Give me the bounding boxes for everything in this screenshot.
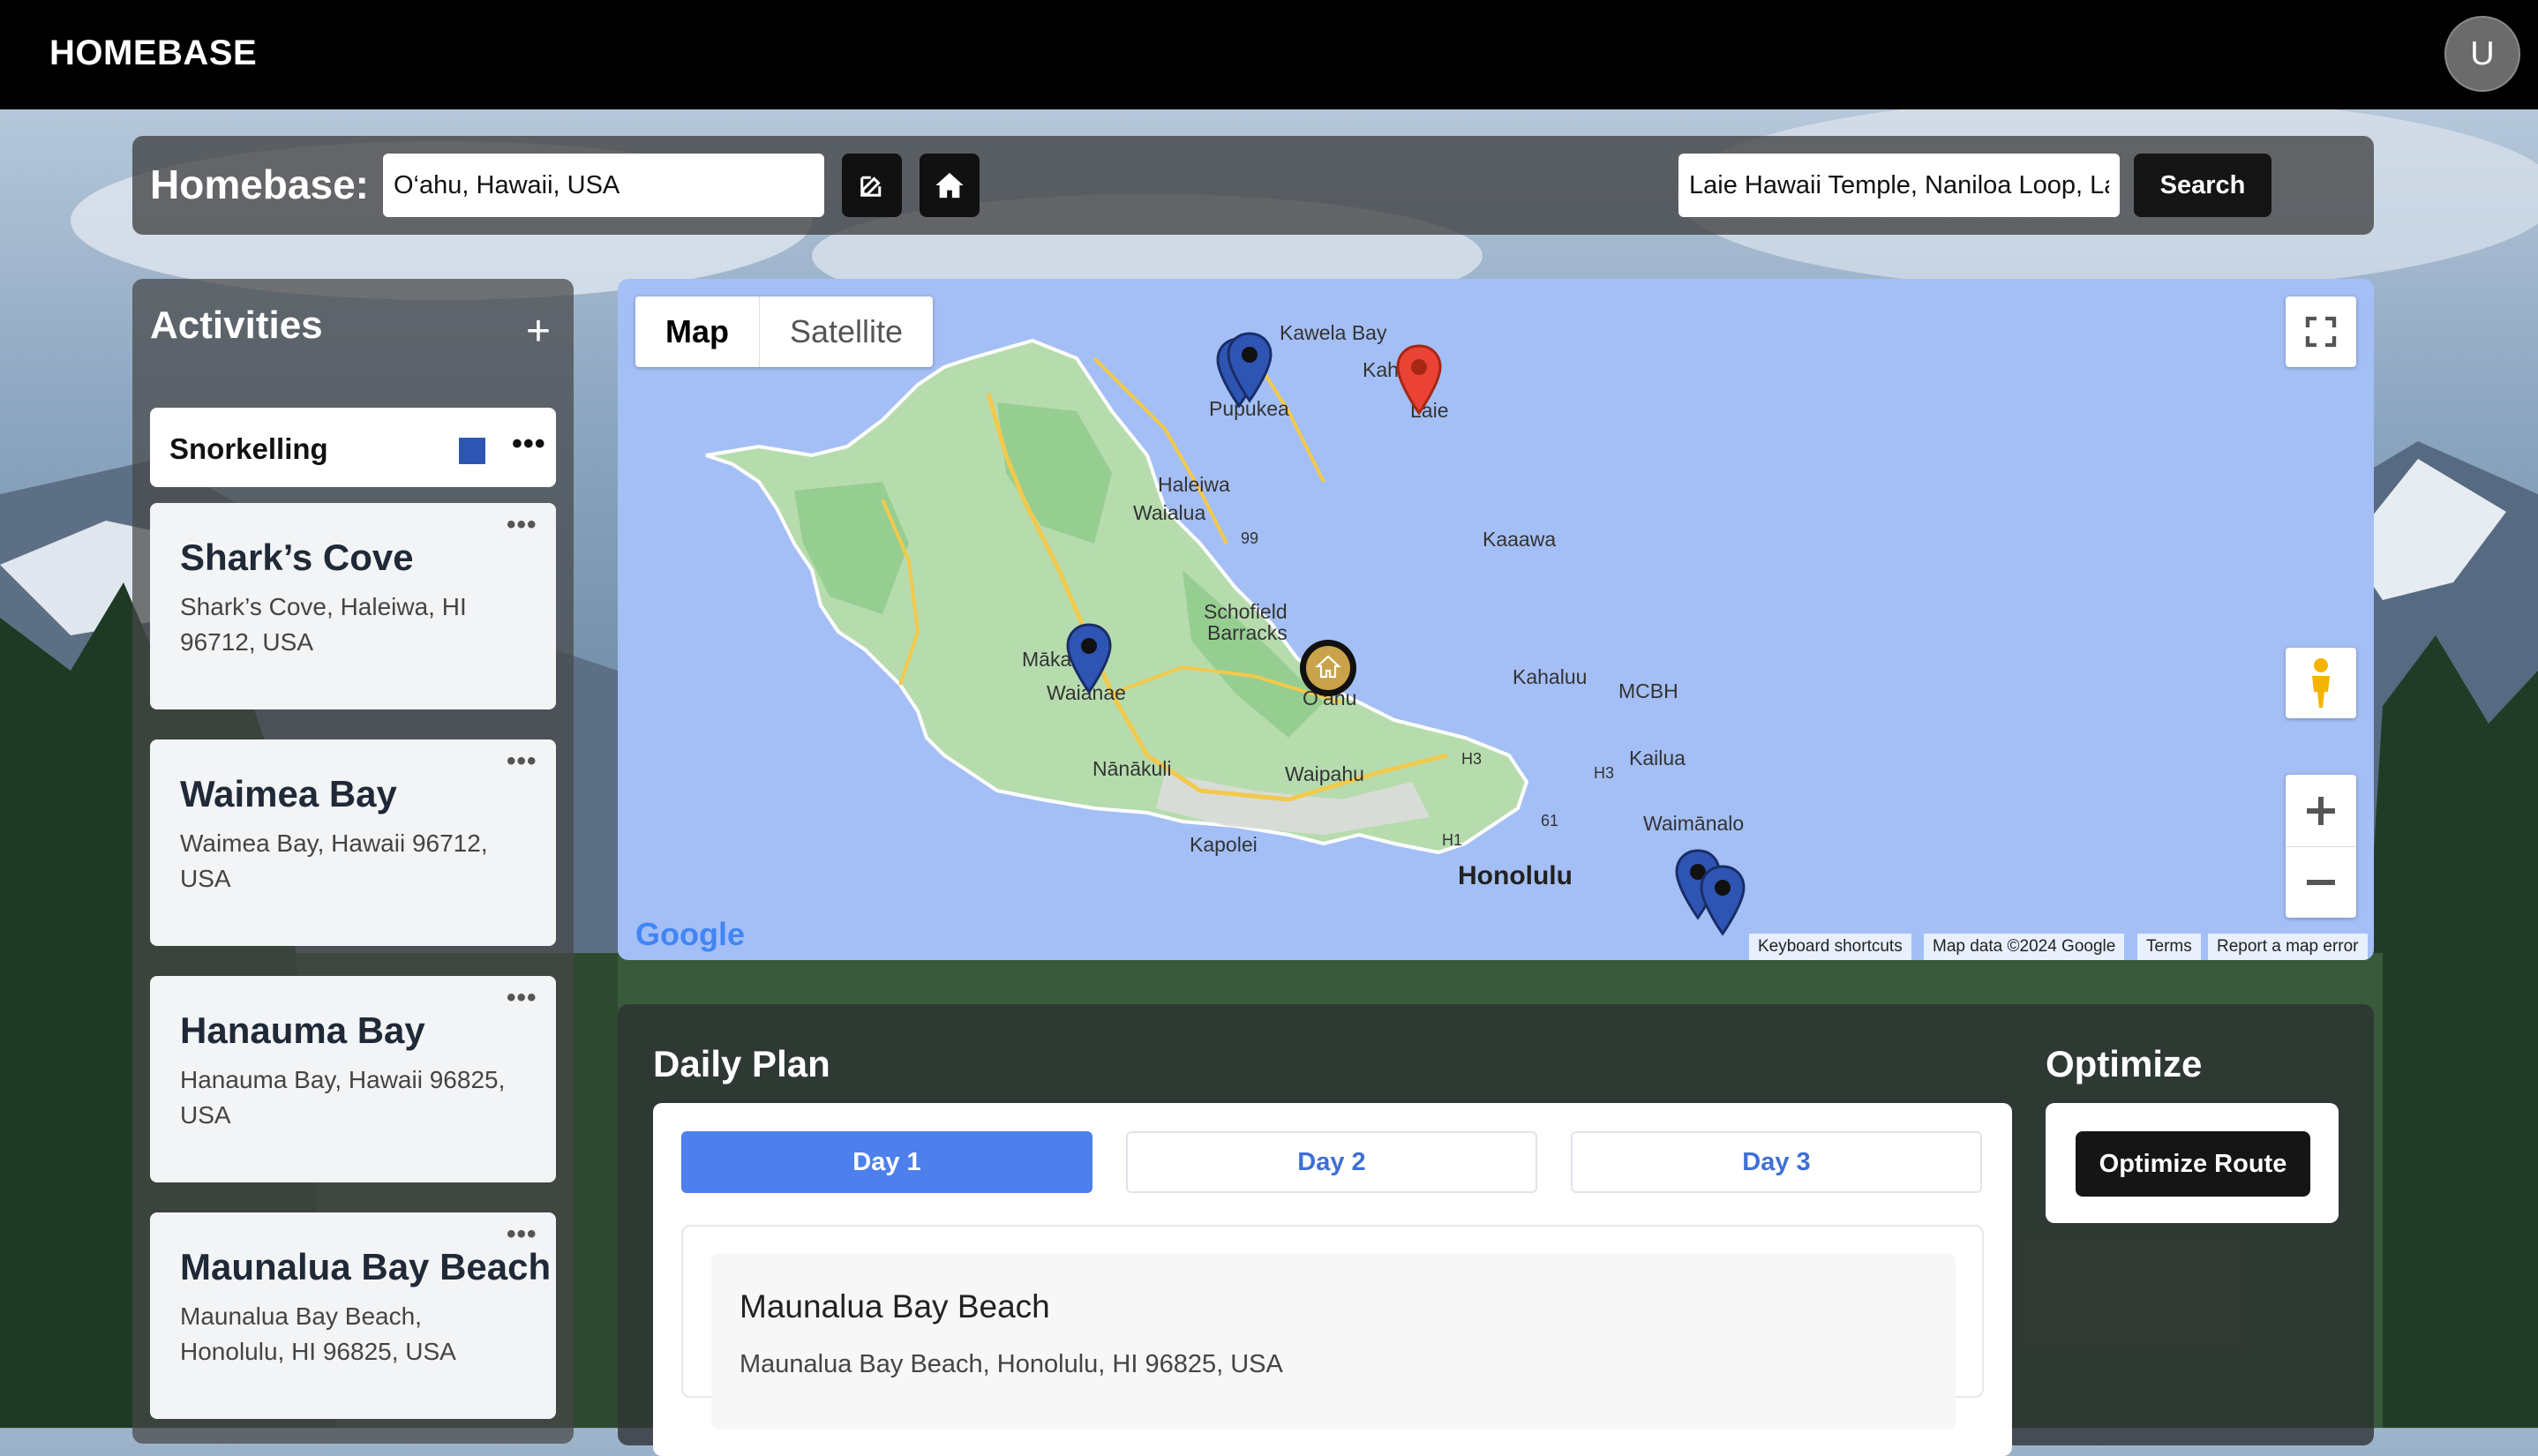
activity-title: Maunalua Bay Beach <box>180 1246 552 1287</box>
homebase-bar: Homebase: Search <box>132 136 2374 235</box>
more-icon[interactable]: ••• <box>507 747 537 777</box>
tab-satellite[interactable]: Satellite <box>760 296 933 367</box>
day-activity-list: Maunalua Bay Beach Maunalua Bay Beach, H… <box>681 1225 1984 1430</box>
zoom-controls <box>2286 775 2356 918</box>
activity-card[interactable]: ••• Shark’s Cove Shark’s Cove, Haleiwa, … <box>150 503 556 709</box>
place-label: Kailua <box>1629 747 1686 769</box>
place-label: MCBH <box>1618 679 1678 702</box>
attribution-keyboard-shortcuts[interactable]: Keyboard shortcuts <box>1749 934 1911 960</box>
plan-item-address: Maunalua Bay Beach, Honolulu, HI 96825, … <box>740 1350 1283 1378</box>
zoom-in-button[interactable] <box>2286 776 2356 847</box>
daily-plan-box: Day 1 Day 2 Day 3 Maunalua Bay Beach Mau… <box>653 1103 2012 1456</box>
more-icon[interactable]: ••• <box>507 983 537 1013</box>
place-label: Nānākuli <box>1093 757 1172 780</box>
activity-card[interactable]: ••• Maunalua Bay Beach Maunalua Bay Beac… <box>150 1212 556 1419</box>
edit-homebase-button[interactable] <box>842 154 902 217</box>
place-label: Kahaluu <box>1513 665 1588 688</box>
home-icon <box>935 172 964 199</box>
place-label: Kaaawa <box>1483 528 1557 551</box>
plan-item-title: Maunalua Bay Beach <box>740 1288 1050 1325</box>
place-label: Kapolei <box>1190 833 1258 856</box>
pegman-icon <box>2312 658 2330 708</box>
place-label: Waipahu <box>1285 762 1364 785</box>
google-logo[interactable]: Google <box>635 916 745 953</box>
place-label: Honolulu <box>1458 861 1573 890</box>
activities-title: Activities <box>150 304 323 347</box>
more-icon[interactable]: ••• <box>512 427 546 462</box>
go-home-button[interactable] <box>920 154 980 217</box>
activity-title: Waimea Bay <box>180 773 397 814</box>
place-label: Schofield <box>1204 600 1288 623</box>
activity-address: Shark’s Cove, Haleiwa, HI 96712, USA <box>180 593 467 656</box>
place-label: Waialua <box>1133 501 1206 524</box>
map-marker[interactable] <box>1064 623 1114 695</box>
tab-day-2[interactable]: Day 2 <box>1126 1131 1537 1193</box>
map-marker-selected[interactable] <box>1394 344 1444 417</box>
zoom-out-button[interactable] <box>2286 847 2356 918</box>
fullscreen-icon <box>2305 316 2337 348</box>
activity-address: Waimea Bay, Hawaii 96712, USA <box>180 829 488 892</box>
map-type-tabs: Map Satellite <box>635 296 934 367</box>
activity-address: Hanauma Bay, Hawaii 96825, USA <box>180 1066 506 1129</box>
place-label: Kawela Bay <box>1280 321 1387 344</box>
activity-title: Hanauma Bay <box>180 1009 425 1051</box>
daily-plan-panel: Daily Plan Day 1 Day 2 Day 3 Maunalua Ba… <box>618 1004 2374 1456</box>
optimize-box: Optimize Route <box>2046 1103 2339 1223</box>
fullscreen-button[interactable] <box>2286 296 2356 367</box>
plan-list-item[interactable]: Maunalua Bay Beach Maunalua Bay Beach, H… <box>711 1253 1956 1430</box>
tab-map[interactable]: Map <box>635 296 760 367</box>
homebase-marker[interactable] <box>1297 637 1359 699</box>
edit-icon <box>860 176 882 197</box>
attribution-report-error[interactable]: Report a map error <box>2208 934 2368 960</box>
optimize-title: Optimize <box>2046 1043 2203 1084</box>
place-label: Waimānalo <box>1643 812 1745 835</box>
highway-label: H3 <box>1594 764 1615 782</box>
plus-icon[interactable]: + <box>526 311 551 353</box>
map-marker[interactable] <box>1225 332 1274 404</box>
optimize-route-button[interactable]: Optimize Route <box>2076 1131 2310 1197</box>
highway-label: H3 <box>1461 750 1483 768</box>
plus-icon <box>2307 796 2335 825</box>
activity-card[interactable]: ••• Hanauma Bay Hanauma Bay, Hawaii 9682… <box>150 976 556 1182</box>
activity-title: Shark’s Cove <box>180 537 414 578</box>
activity-address: Maunalua Bay Beach, Honolulu, HI 96825, … <box>180 1302 456 1365</box>
category-header[interactable]: Snorkelling ••• <box>150 408 556 487</box>
highway-label: 99 <box>1241 529 1259 547</box>
highway-label: H1 <box>1442 831 1463 849</box>
activities-panel: Activities + Snorkelling ••• ••• Shark’s… <box>132 279 574 1444</box>
place-label: Haleiwa <box>1158 473 1230 496</box>
category-color-swatch[interactable] <box>459 438 485 464</box>
map-marker[interactable] <box>1698 865 1747 937</box>
homebase-location-input[interactable] <box>383 154 824 217</box>
activity-card[interactable]: ••• Waimea Bay Waimea Bay, Hawaii 96712,… <box>150 739 556 946</box>
map-canvas[interactable] <box>618 279 2374 960</box>
homebase-title: Homebase: <box>150 161 369 207</box>
minus-icon <box>2307 879 2335 885</box>
top-nav: HOMEBASE U <box>0 0 2538 109</box>
more-icon[interactable]: ••• <box>507 510 537 540</box>
more-icon[interactable]: ••• <box>507 1220 537 1250</box>
place-label: Barracks <box>1207 621 1288 644</box>
place-label: Kah <box>1363 358 1399 381</box>
location-search-input[interactable] <box>1678 154 2120 217</box>
daily-plan-title: Daily Plan <box>653 1043 830 1084</box>
attribution-map-data: Map data ©2024 Google <box>1924 934 2125 960</box>
user-avatar[interactable]: U <box>2444 16 2520 92</box>
tab-day-1[interactable]: Day 1 <box>681 1131 1093 1193</box>
category-label: Snorkelling <box>169 432 328 465</box>
attribution-terms[interactable]: Terms <box>2137 934 2201 960</box>
tab-day-3[interactable]: Day 3 <box>1571 1131 1982 1193</box>
highway-label: 61 <box>1541 812 1559 829</box>
map-view[interactable]: Map Satellite Kawela Bay Kah Pupukea Lai… <box>618 279 2374 960</box>
street-view-button[interactable] <box>2286 648 2356 718</box>
app-brand[interactable]: HOMEBASE <box>49 34 257 73</box>
search-button[interactable]: Search <box>2134 154 2271 217</box>
